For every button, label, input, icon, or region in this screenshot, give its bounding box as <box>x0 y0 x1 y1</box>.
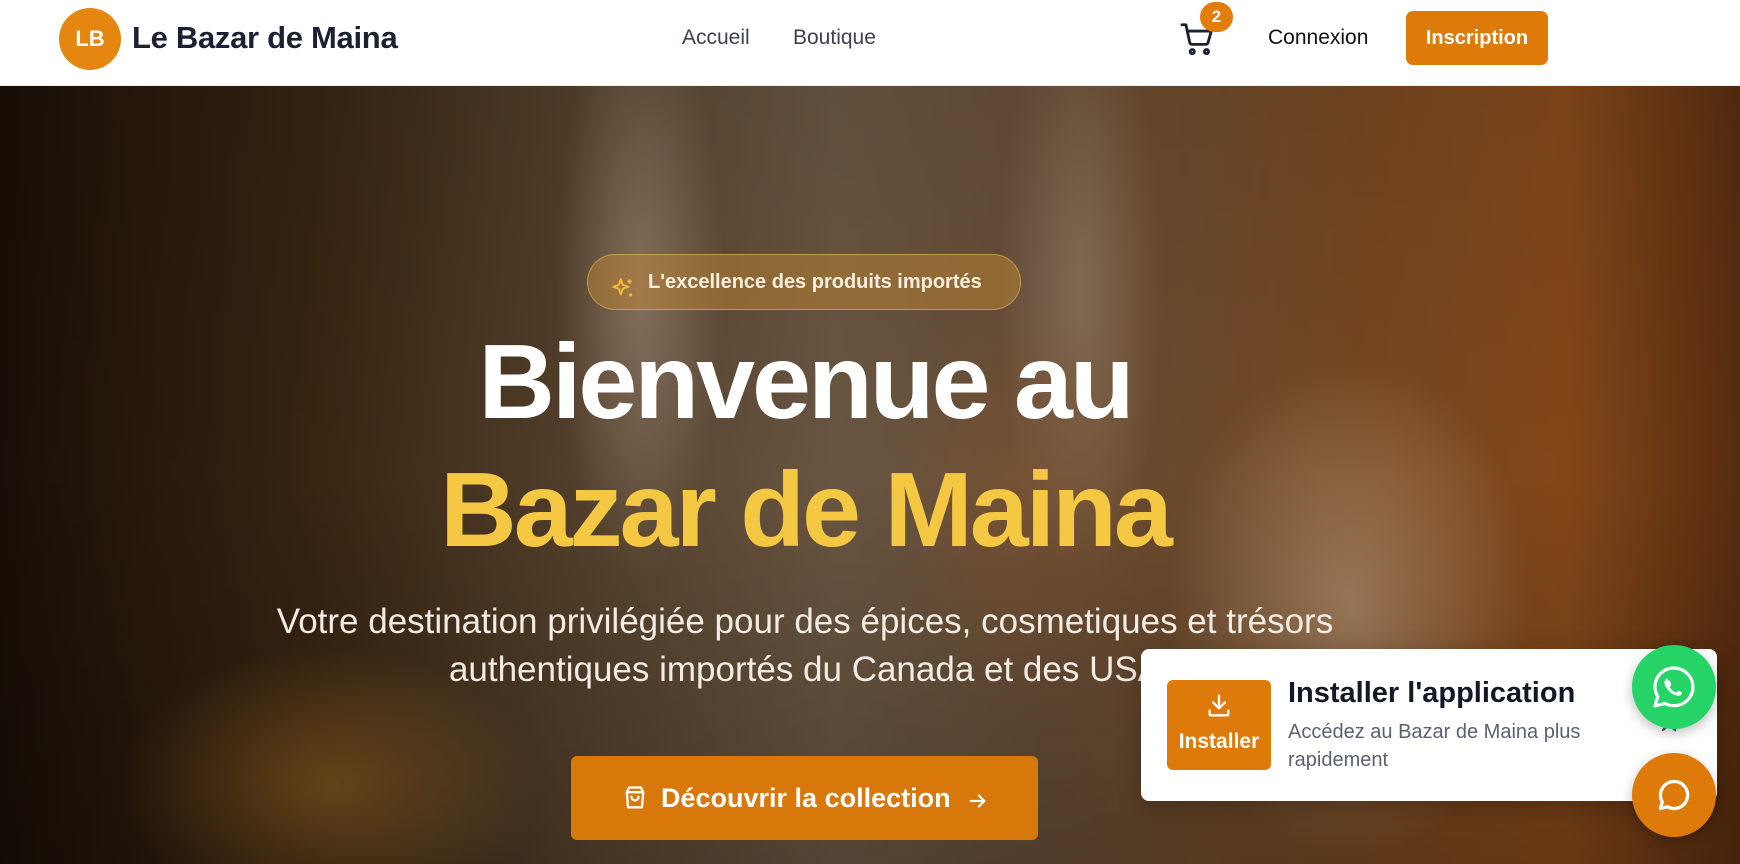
login-link[interactable]: Connexion <box>1268 26 1368 50</box>
download-icon <box>1205 692 1233 720</box>
logo-badge[interactable]: LB <box>59 8 121 70</box>
install-button-label: Installer <box>1178 730 1260 753</box>
toast-title: Installer l'application <box>1288 677 1576 709</box>
chat-bubble-icon <box>1658 779 1690 811</box>
arrow-right-icon <box>967 788 989 810</box>
site-name[interactable]: Le Bazar de Maina <box>132 20 398 56</box>
sparkles-icon <box>610 269 636 297</box>
hero-title-line2: Bazar de Maina <box>440 451 1173 569</box>
cta-label: Découvrir la collection <box>661 783 951 813</box>
cart-count-badge: 2 <box>1200 2 1233 32</box>
install-button[interactable]: Installer <box>1167 680 1271 770</box>
install-app-toast: Installer Installer l'application Accéde… <box>1141 649 1717 801</box>
toast-description: Accédez au Bazar de Maina plus rapidemen… <box>1288 721 1581 771</box>
shopping-bag-icon <box>621 784 649 812</box>
hero-badge-text: L'excellence des produits importés <box>648 271 982 293</box>
whatsapp-button[interactable] <box>1632 645 1716 729</box>
chat-button[interactable] <box>1632 753 1716 837</box>
nav-link-accueil[interactable]: Accueil <box>682 26 750 50</box>
nav-link-boutique[interactable]: Boutique <box>793 26 876 50</box>
whatsapp-icon <box>1653 666 1695 708</box>
discover-collection-button[interactable]: Découvrir la collection <box>571 756 1038 840</box>
hero-title-line1: Bienvenue au <box>478 323 1134 441</box>
signup-button[interactable]: Inscription <box>1406 11 1548 65</box>
hero-badge: L'excellence des produits importés <box>587 254 1021 310</box>
site-header: LB Le Bazar de Maina Accueil Boutique 2 … <box>0 0 1740 86</box>
